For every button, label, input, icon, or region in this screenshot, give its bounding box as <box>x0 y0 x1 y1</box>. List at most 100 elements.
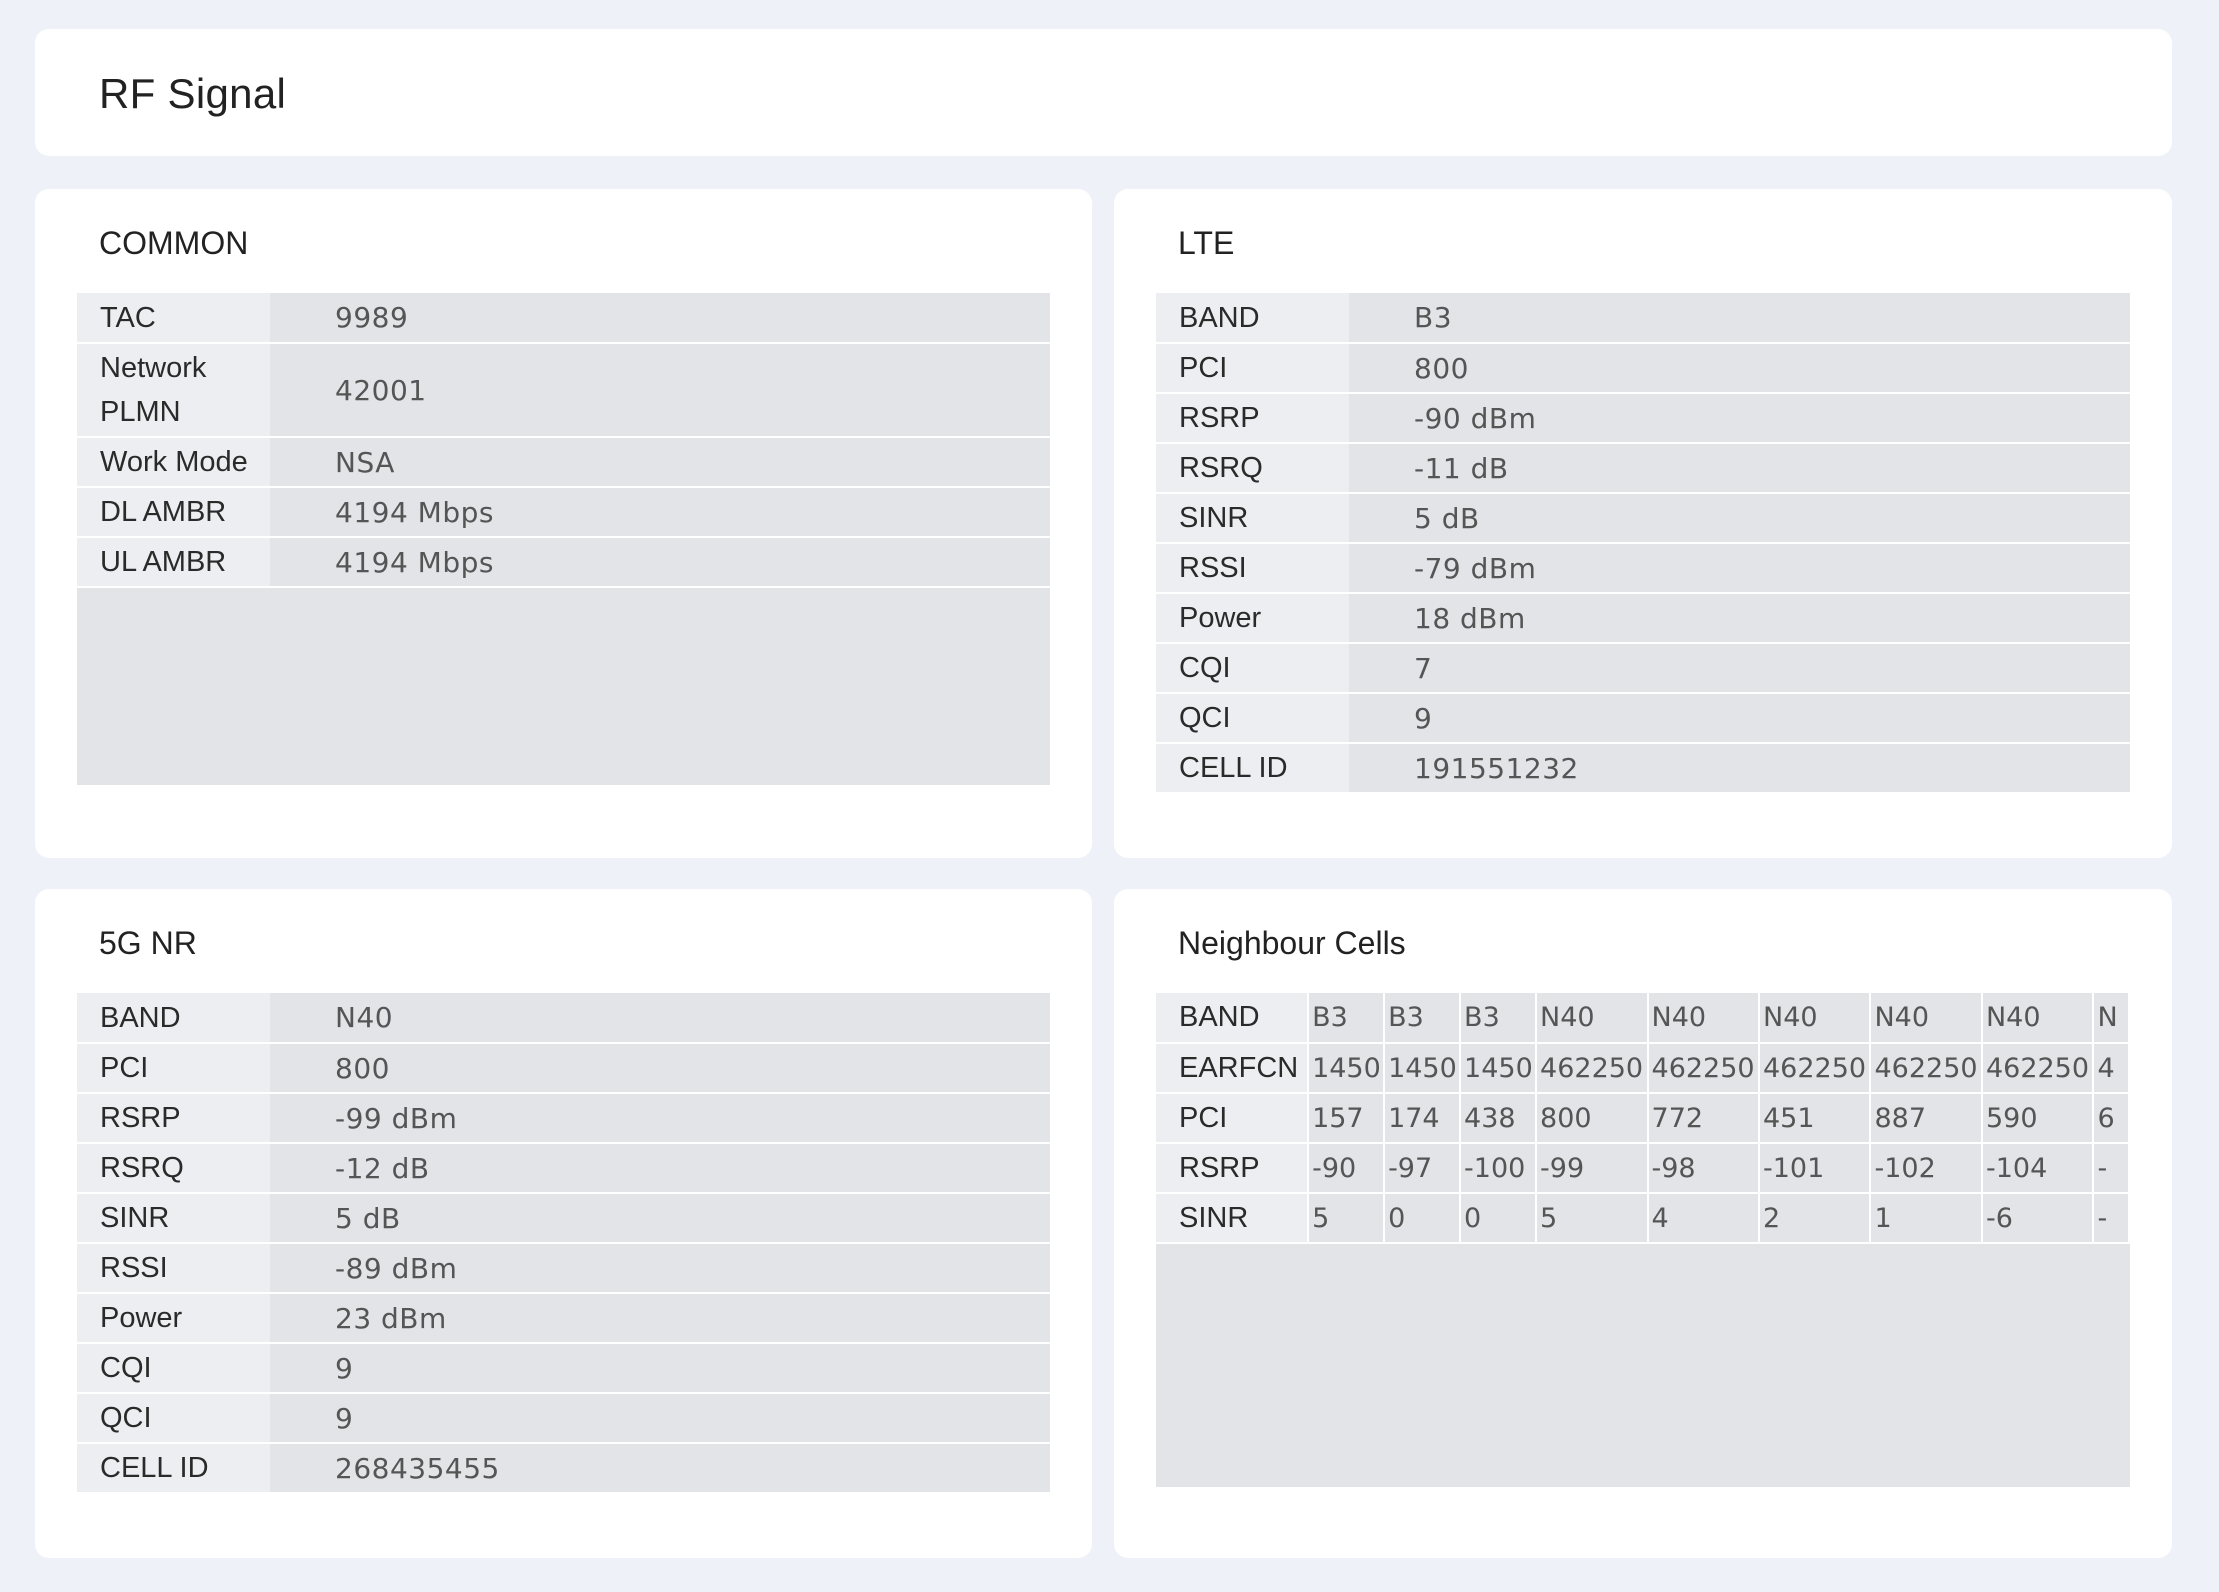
lte-table-wrap: BAND B3 PCI 800 RSRP -90 dBm RSRQ -11 dB SIN… <box>1156 293 2130 793</box>
cell-value: N40 <box>1981 993 2095 1044</box>
cell-value: 1 <box>1870 1193 1983 1244</box>
row-label: TAC <box>77 293 270 344</box>
cell-value: -6 <box>1981 1193 2095 1244</box>
row-value: -90 dBm <box>1349 393 2130 444</box>
row-value: 5 dB <box>270 1193 1050 1244</box>
table-row: Power 18 dBm <box>1156 593 2130 644</box>
cell-value: 6 <box>2093 1093 2130 1144</box>
row-value: B3 <box>1349 293 2130 344</box>
cell-value: B3 <box>1384 993 1462 1044</box>
table-row: RSRQ -12 dB <box>77 1143 1050 1194</box>
table-row: RSRP -99 dBm <box>77 1093 1050 1144</box>
table-row: QCI 9 <box>1156 693 2130 744</box>
cell-value: 2 <box>1759 1193 1872 1244</box>
cell-value: 451 <box>1759 1093 1872 1144</box>
row-value: N40 <box>270 993 1050 1044</box>
cell-value: 462250 <box>1536 1043 1649 1094</box>
row-label: CQI <box>1156 643 1349 694</box>
row-label: CQI <box>77 1343 270 1394</box>
common-table: TAC 9989 Network PLMN 42001 Work Mode NS… <box>77 293 1050 588</box>
row-value: 9 <box>270 1393 1050 1444</box>
nr-table: BAND N40 PCI 800 RSRP -99 dBm RSRQ -12 dB SI… <box>77 993 1050 1493</box>
table-row: PCI 800 <box>77 1043 1050 1094</box>
cell-value: 438 <box>1460 1093 1538 1144</box>
row-value: 800 <box>270 1043 1050 1094</box>
cell-value: 1450 <box>1384 1043 1462 1094</box>
cell-value: 590 <box>1981 1093 2095 1144</box>
cell-value: 462250 <box>1759 1043 1872 1094</box>
row-value: -99 dBm <box>270 1093 1050 1144</box>
table-row: EARFCN 1450 1450 1450 462250 462250 462250 4622… <box>1156 1043 2130 1094</box>
cell-value: 157 <box>1308 1093 1386 1144</box>
row-label: RSRP <box>77 1093 270 1144</box>
cell-value: N40 <box>1536 993 1649 1044</box>
cell-value: B3 <box>1460 993 1538 1044</box>
row-value: 9 <box>270 1343 1050 1394</box>
cell-value: N40 <box>1870 993 1983 1044</box>
table-row: CQI 9 <box>77 1343 1050 1394</box>
cell-value: 0 <box>1384 1193 1462 1244</box>
neighbour-table: BAND B3 B3 B3 N40 N40 N40 N40 N40 N EARFCN 1450 1450… <box>1156 993 2130 1244</box>
row-value: 7 <box>1349 643 2130 694</box>
row-value: NSA <box>270 437 1050 488</box>
nr-card: 5G NR BAND N40 PCI 800 RSRP -99 dBm RSRQ -12… <box>35 889 1092 1558</box>
table-row: Network PLMN 42001 <box>77 343 1050 438</box>
cell-value: 462250 <box>1647 1043 1761 1094</box>
table-row: QCI 9 <box>77 1393 1050 1444</box>
cell-value: 5 <box>1536 1193 1649 1244</box>
row-label: RSRP <box>1156 393 1349 444</box>
common-card: COMMON TAC 9989 Network PLMN 42001 Work … <box>35 189 1092 858</box>
row-label: PCI <box>1156 1093 1310 1144</box>
cell-value: 462250 <box>1981 1043 2095 1094</box>
row-value: 4194 Mbps <box>270 487 1050 538</box>
row-label: PCI <box>77 1043 270 1094</box>
row-label: PCI <box>1156 343 1349 394</box>
table-row: RSRP -90 -97 -100 -99 -98 -101 -102 -104- <box>1156 1143 2130 1194</box>
cell-value: -104 <box>1981 1143 2095 1194</box>
row-label: BAND <box>1156 993 1310 1044</box>
table-row: RSRQ -11 dB <box>1156 443 2130 494</box>
table-row: RSSI -79 dBm <box>1156 543 2130 594</box>
row-value: 18 dBm <box>1349 593 2130 644</box>
cell-value: -102 <box>1870 1143 1983 1194</box>
cell-value: -100 <box>1460 1143 1538 1194</box>
row-label: Power <box>1156 593 1349 644</box>
row-label: DL AMBR <box>77 487 270 538</box>
cell-value: 772 <box>1647 1093 1761 1144</box>
cell-value: N40 <box>1759 993 1872 1044</box>
row-label: SINR <box>1156 1193 1310 1244</box>
row-value: -12 dB <box>270 1143 1050 1194</box>
cell-value: 0 <box>1460 1193 1538 1244</box>
table-row: CELL ID 191551232 <box>1156 743 2130 793</box>
cell-value: - <box>2093 1143 2130 1194</box>
lte-title: LTE <box>1178 225 1235 261</box>
cell-value: 4 <box>2093 1043 2130 1094</box>
neighbour-title: Neighbour Cells <box>1178 925 1406 961</box>
cell-value: 462250 <box>1870 1043 1983 1094</box>
cell-value: -99 <box>1536 1143 1649 1194</box>
table-row: Power 23 dBm <box>77 1293 1050 1344</box>
row-label: RSRQ <box>1156 443 1349 494</box>
row-value: 9989 <box>270 293 1050 344</box>
cell-value: -101 <box>1759 1143 1872 1194</box>
table-row: CQI 7 <box>1156 643 2130 694</box>
table-row: SINR 5 dB <box>1156 493 2130 544</box>
row-value: -11 dB <box>1349 443 2130 494</box>
row-label: RSRP <box>1156 1143 1310 1194</box>
table-row: PCI 800 <box>1156 343 2130 394</box>
page-title: RF Signal <box>99 70 287 117</box>
common-title: COMMON <box>99 225 249 261</box>
table-row: RSRP -90 dBm <box>1156 393 2130 444</box>
neighbour-table-wrap[interactable]: BAND B3 B3 B3 N40 N40 N40 N40 N40 N EARFCN 1450 1450… <box>1156 993 2130 1487</box>
cell-value: -98 <box>1647 1143 1761 1194</box>
row-label: SINR <box>77 1193 270 1244</box>
cell-value: 174 <box>1384 1093 1462 1144</box>
row-label: RSSI <box>1156 543 1349 594</box>
cell-value: B3 <box>1308 993 1386 1044</box>
cell-value: 1450 <box>1308 1043 1386 1094</box>
cell-value: N40 <box>1647 993 1761 1044</box>
row-label: RSRQ <box>77 1143 270 1194</box>
table-row: CELL ID 268435455 <box>77 1443 1050 1493</box>
table-row: BAND N40 <box>77 993 1050 1044</box>
cell-value: 800 <box>1536 1093 1649 1144</box>
